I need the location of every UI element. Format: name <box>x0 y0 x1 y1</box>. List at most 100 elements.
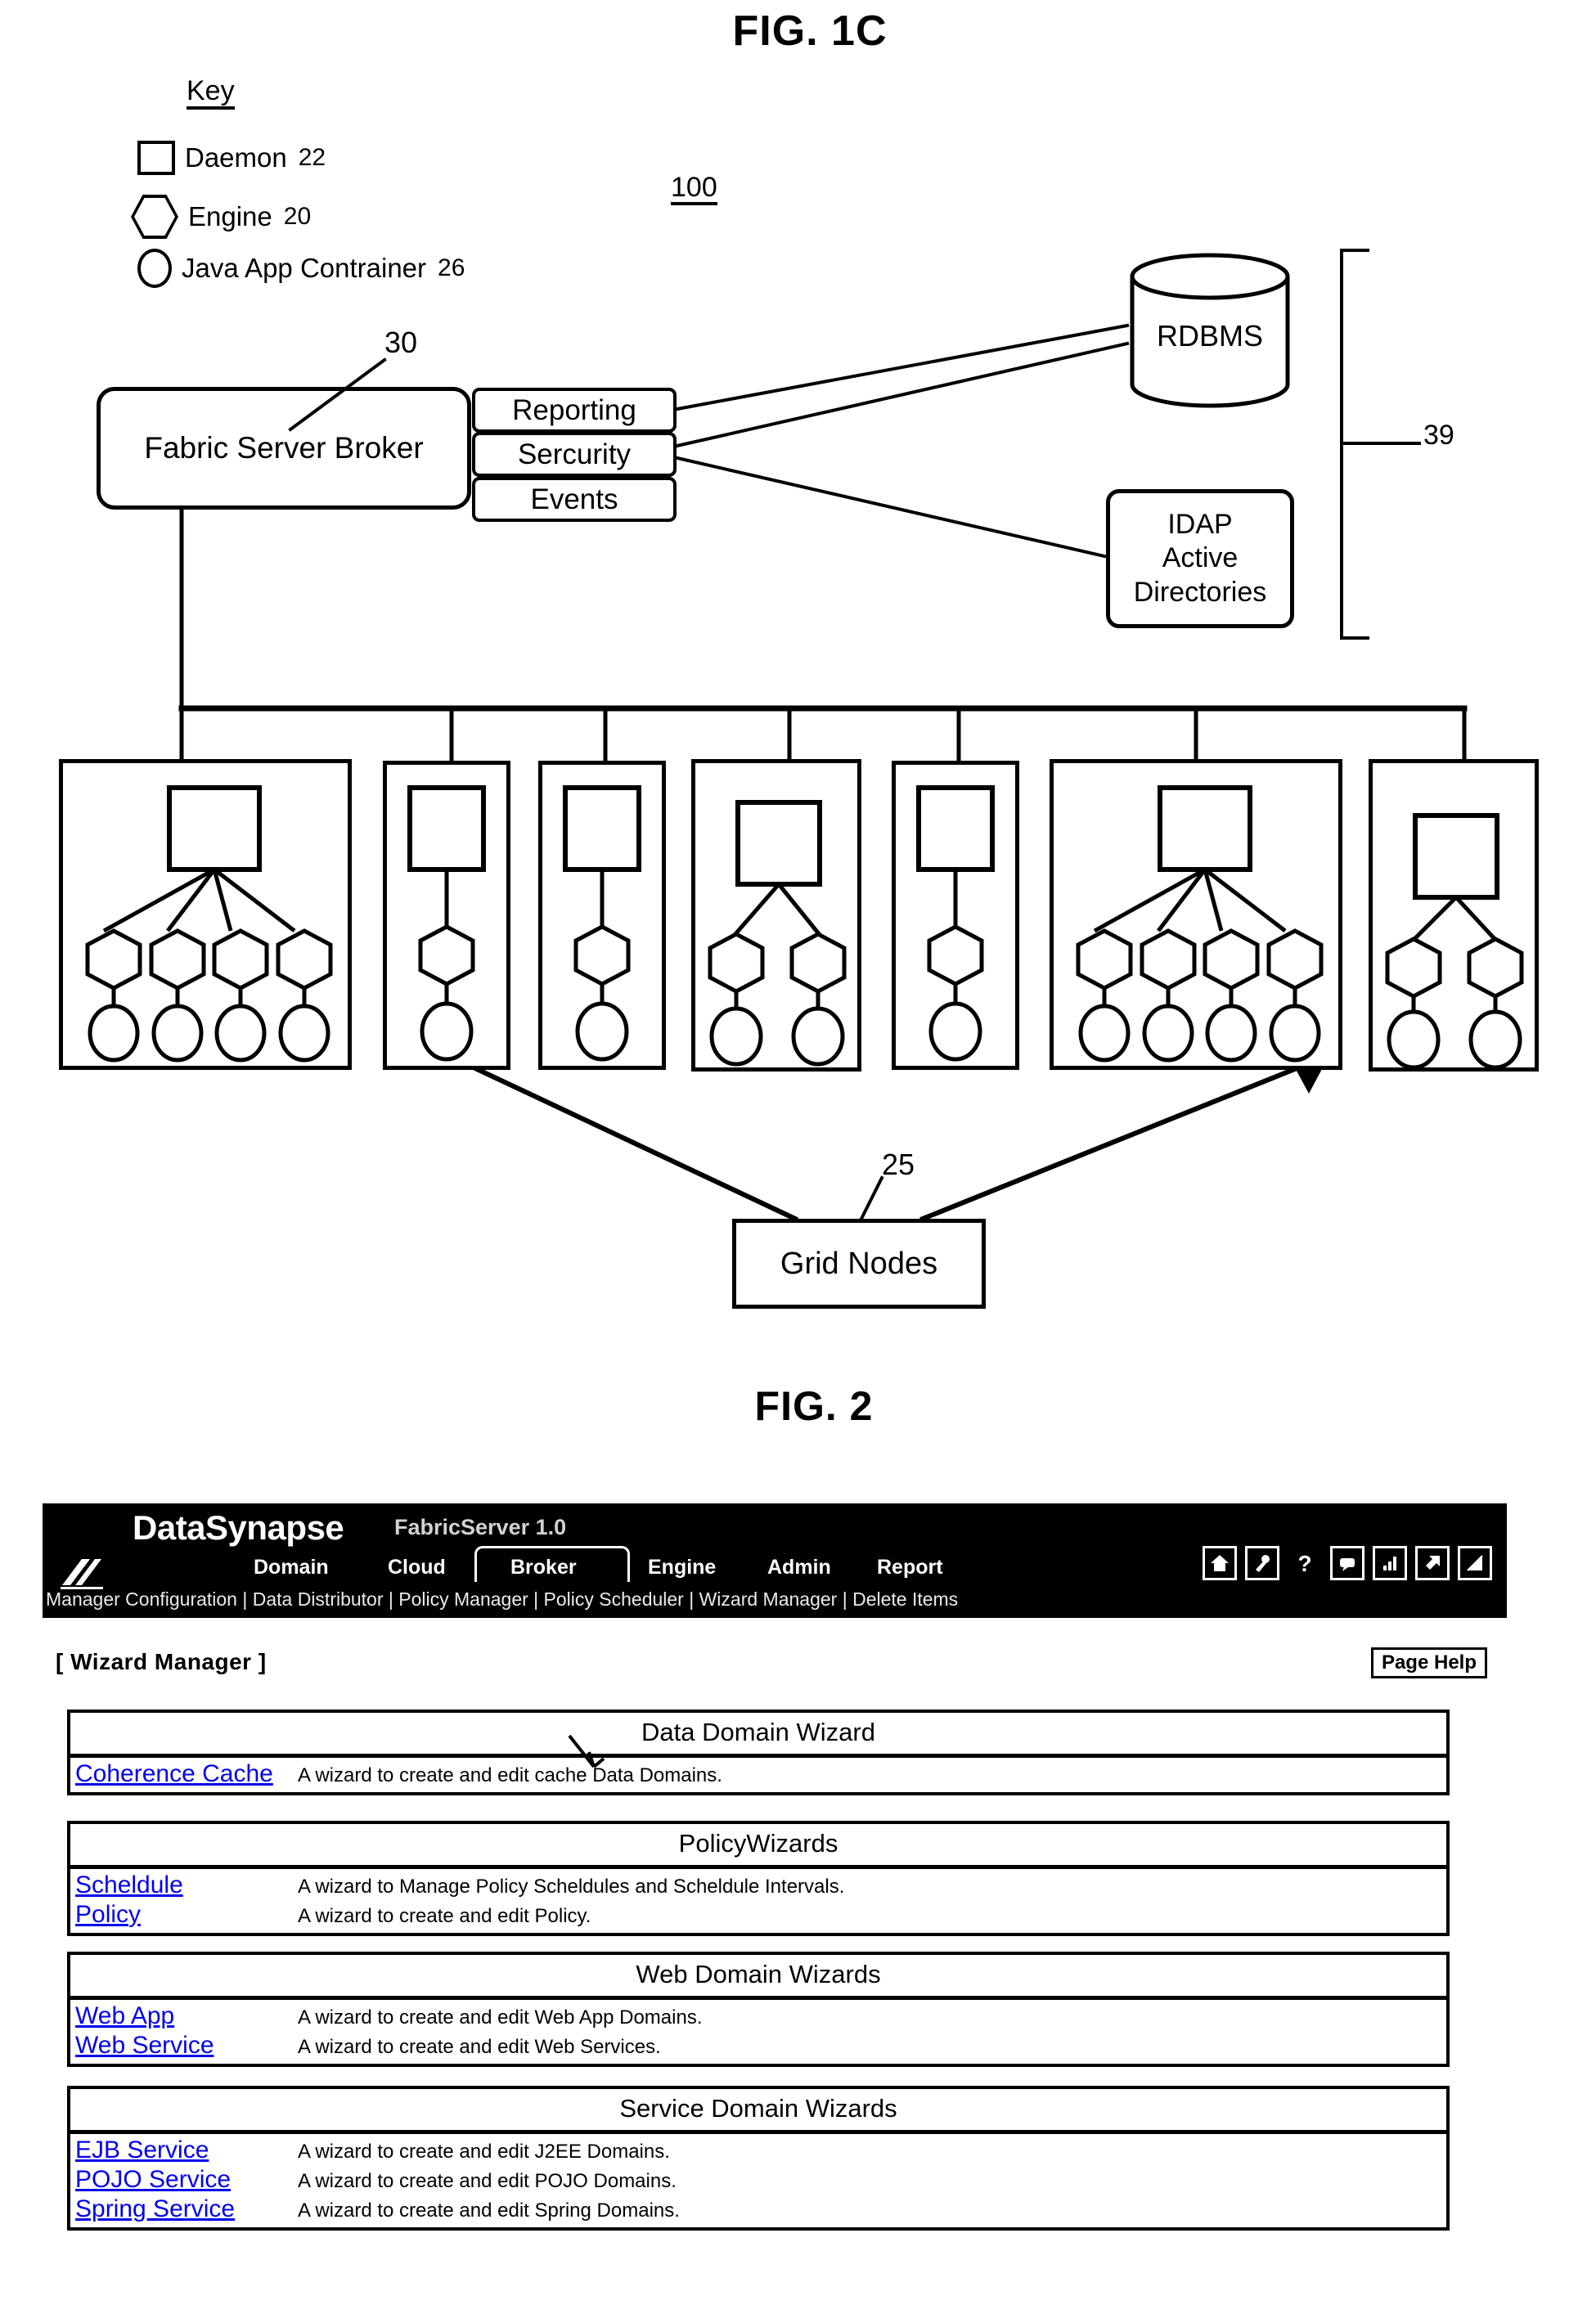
grid-nodes-callout-box: Grid Nodes <box>732 1219 986 1309</box>
figure-2-title: FIG. 2 <box>754 1383 874 1429</box>
wizard-description: A wizard to create and edit Policy. <box>298 1904 591 1927</box>
sub-navigation-links[interactable]: Manager Configuration | Data Distributor… <box>46 1588 958 1611</box>
broker-reference-numeral: 30 <box>384 326 418 359</box>
wizard-row: Web Service A wizard to create and edit … <box>70 2031 1446 2060</box>
grid-nodes-reference-numeral: 25 <box>882 1148 915 1181</box>
wizard-description: A wizard to Manage Policy Scheldules and… <box>298 1875 845 1898</box>
wizard-row: POJO Service A wizard to create and edit… <box>70 2165 1446 2195</box>
java-app-container-circle-icon <box>88 1004 330 1063</box>
wizard-section-service-domain: Service Domain Wizards EJB Service A wiz… <box>67 2086 1450 2231</box>
wizard-section-web-domain: Web Domain Wizards Web App A wizard to c… <box>67 1952 1450 2067</box>
toggle-icon[interactable] <box>1458 1546 1492 1580</box>
grid-nodes-label: Grid Nodes <box>780 1246 938 1281</box>
fabric-server-broker-label: Fabric Server Broker <box>144 431 424 465</box>
product-name: FabricServer 1.0 <box>394 1515 567 1539</box>
wizard-link-ejb-service[interactable]: EJB Service <box>75 2137 298 2164</box>
grid-node-box <box>59 759 352 1070</box>
wizard-link-web-service[interactable]: Web Service <box>75 2032 298 2060</box>
wizard-link-spring-service[interactable]: Spring Service <box>75 2195 298 2223</box>
key-item-ref: 20 <box>283 203 312 230</box>
wizard-link-web-app[interactable]: Web App <box>75 2002 298 2030</box>
brand-name: DataSynapse <box>133 1508 344 1547</box>
daemon-square-icon <box>167 785 262 872</box>
key-icon[interactable] <box>1245 1546 1279 1580</box>
key-item-ref: 22 <box>298 144 326 171</box>
key-item-label: Java App Contrainer <box>182 253 427 283</box>
grid-node-contents <box>916 785 995 1062</box>
grid-node-box <box>1050 759 1342 1070</box>
key-item-engine: Engine 20 <box>131 195 311 239</box>
daemon-square-icon <box>407 785 486 872</box>
section-body: Web App A wizard to create and edit Web … <box>70 2000 1446 2064</box>
wizard-description: A wizard to create and edit POJO Domains… <box>298 2169 677 2192</box>
wizard-row: Policy A wizard to create and edit Polic… <box>70 1900 1446 1930</box>
wizard-row: EJB Service A wizard to create and edit … <box>70 2136 1446 2165</box>
grid-node-box <box>892 761 1019 1070</box>
engine-hexagon-icon <box>85 928 333 991</box>
wizard-row: Scheldule A wizard to Manage Policy Sche… <box>70 1871 1446 1900</box>
grid-node-box <box>691 759 861 1072</box>
wizard-link-pojo-service[interactable]: POJO Service <box>75 2166 298 2194</box>
engine-hexagon-icon <box>573 924 631 986</box>
key-item-java-app-container: Java App Contrainer 26 <box>137 249 465 288</box>
daemon-square-icon <box>1413 813 1499 900</box>
tab-cloud[interactable]: Cloud <box>388 1556 446 1579</box>
annotation-pointer-icon <box>568 1734 605 1768</box>
wizard-link-coherence-cache[interactable]: Coherence Cache <box>75 1760 298 1788</box>
daemon-square-icon <box>916 785 995 872</box>
app-header-bar: DataSynapse FabricServer 1.0 Domain Clou… <box>43 1503 1507 1618</box>
ldap-line-2: Active <box>1162 542 1239 574</box>
tab-admin[interactable]: Admin <box>767 1556 831 1579</box>
section-body: Coherence Cache A wizard to create and e… <box>70 1758 1446 1792</box>
java-app-container-circle-icon <box>1387 1009 1522 1067</box>
wizard-description: A wizard to create and edit Web App Doma… <box>298 2006 703 2029</box>
tab-broker[interactable]: Broker <box>510 1556 577 1579</box>
wizard-link-scheldule[interactable]: Scheldule <box>75 1871 298 1899</box>
service-label: Reporting <box>512 393 636 426</box>
key-legend-title: Key <box>187 77 235 110</box>
java-app-container-circle-icon <box>137 249 172 288</box>
wizard-description: A wizard to create and edit cache Data D… <box>298 1764 722 1786</box>
backend-group-reference-numeral: 39 <box>1423 420 1454 451</box>
ldap-line-3: Directories <box>1133 576 1267 608</box>
wizard-description: A wizard to create and edit Web Services… <box>298 2035 661 2058</box>
engine-hexagon-icon <box>1385 937 1524 999</box>
launch-icon[interactable] <box>1415 1546 1450 1580</box>
tab-engine[interactable]: Engine <box>648 1556 716 1579</box>
section-header: Web Domain Wizards <box>70 1955 1446 2000</box>
page-help-button[interactable]: Page Help <box>1370 1647 1487 1679</box>
datasynapse-logo-icon <box>61 1559 103 1589</box>
figure-1c-title: FIG. 1C <box>732 7 888 55</box>
engine-hexagon-icon <box>418 924 475 986</box>
service-box-events: Events <box>472 477 677 522</box>
section-body: EJB Service A wizard to create and edit … <box>70 2134 1446 2227</box>
key-item-label: Daemon <box>185 142 287 173</box>
grid-node-contents <box>1385 813 1524 1067</box>
wizard-section-data-domain: Data Domain Wizard Coherence Cache A wiz… <box>67 1710 1450 1795</box>
tab-domain[interactable]: Domain <box>254 1556 329 1579</box>
engine-hexagon-icon <box>131 195 178 239</box>
key-item-ref: 26 <box>438 254 465 281</box>
home-icon[interactable] <box>1203 1546 1237 1580</box>
grid-node-contents <box>708 800 847 1067</box>
chart-icon[interactable] <box>1373 1546 1407 1580</box>
wizard-link-policy[interactable]: Policy <box>75 1901 298 1929</box>
fabricserver-screenshot: DataSynapse FabricServer 1.0 Domain Clou… <box>43 1503 1507 2272</box>
key-item-label: Engine <box>188 201 272 231</box>
help-icon[interactable]: ? <box>1288 1546 1322 1580</box>
fabric-server-broker-box: Fabric Server Broker <box>97 387 471 510</box>
grid-node-box <box>383 761 510 1070</box>
page-title: [ Wizard Manager ] <box>56 1649 267 1674</box>
grid-node-contents <box>1076 785 1324 1063</box>
java-app-container-circle-icon <box>928 1001 982 1062</box>
tab-report[interactable]: Report <box>877 1556 943 1579</box>
system-reference-numeral: 100 <box>671 173 717 205</box>
java-app-container-circle-icon <box>1078 1004 1321 1063</box>
grid-node-box <box>538 761 666 1070</box>
java-app-container-circle-icon <box>575 1001 629 1062</box>
patent-figure-sheet: FIG. 1C Key Daemon 22 Engine 20 Java App… <box>0 0 1596 2305</box>
section-header: Service Domain Wizards <box>70 2089 1446 2134</box>
console-icon[interactable] <box>1330 1546 1364 1580</box>
java-app-container-circle-icon <box>709 1006 845 1067</box>
ldap-active-directories-box: IDAP Active Directories <box>1106 489 1294 628</box>
